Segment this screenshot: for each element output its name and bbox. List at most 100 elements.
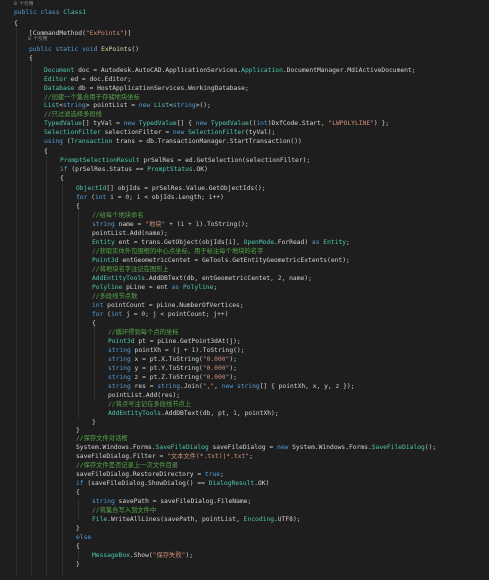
code-line[interactable]: public static void ExPoints(): [29, 45, 139, 54]
code-line[interactable]: //多段线节点数: [92, 292, 137, 301]
code-line[interactable]: {: [60, 174, 64, 183]
code-line[interactable]: Entity ent = trans.GetObject(objIds[i], …: [92, 238, 350, 247]
code-line[interactable]: {: [76, 202, 80, 211]
code-line[interactable]: AddEntityTools.AddDBText(db, entGeometri…: [92, 274, 312, 283]
code-line[interactable]: pointList.Add(name);: [92, 229, 168, 238]
code-line[interactable]: File.WriteAllLines(savePath, pointList, …: [92, 515, 301, 524]
code-line[interactable]: Point3d entGeometricCentet = GeTools.Get…: [92, 256, 350, 265]
keyword-token: else: [76, 534, 92, 541]
code-line[interactable]: PromptSelectionResult prSelRes = ed.GetS…: [60, 156, 310, 165]
code-line[interactable]: //只过滤选择多段线: [44, 110, 102, 119]
brace-token: {: [76, 489, 80, 496]
code-line[interactable]: }: [76, 560, 80, 569]
code-line[interactable]: {: [92, 319, 96, 328]
code-line[interactable]: string res = string.Join(",", new string…: [108, 382, 354, 391]
type-token: List: [44, 102, 60, 109]
code-line[interactable]: //循环得到每个点的坐标: [108, 328, 179, 337]
type-token: Entity: [323, 239, 347, 246]
code-line[interactable]: for (int i = 0; i < objIds.Length; i++): [76, 193, 224, 202]
code-token: System.Windows.Forms.: [76, 444, 156, 451]
string-token: "ExPoints": [85, 30, 124, 37]
code-token: pointList.Add(res);: [108, 392, 181, 399]
code-token: > pointList =: [85, 102, 139, 109]
code-line[interactable]: //给每个地块命名: [92, 211, 144, 220]
comment-token: //给每个地块命名: [92, 212, 144, 219]
code-line[interactable]: for (int j = 0; j < pointCount; j++): [92, 310, 229, 319]
code-line[interactable]: string z = pt.Z.ToString("0.000");: [108, 373, 237, 382]
code-line[interactable]: //将点号注记在多段线节点上: [108, 400, 191, 409]
code-token: .WriteAllLines(savePath, pointList,: [107, 516, 244, 523]
code-line[interactable]: if (saveFileDialog.ShowDialog() == Dialo…: [76, 479, 269, 488]
code-line[interactable]: pointList.Add(res);: [108, 391, 180, 400]
code-line[interactable]: {: [14, 19, 18, 28]
code-line[interactable]: string x = pt.X.ToString("0.000");: [108, 355, 237, 364]
code-token: );: [229, 365, 237, 372]
code-token: .UTF8);: [274, 516, 301, 523]
string-token: "文本文件(*.txt)|*.txt": [167, 453, 250, 460]
comment-token: //将点号注记在多段线节点上: [108, 401, 192, 408]
code-token: pointList.Add(name);: [92, 230, 168, 237]
code-line[interactable]: using (Transaction trans = db.Transactio…: [44, 137, 302, 146]
code-line[interactable]: else: [76, 533, 91, 542]
type-token: OpenMode: [243, 239, 274, 246]
code-token: ;: [213, 284, 218, 291]
code-token: ent = trans.GetObject(objIds[i],: [114, 239, 244, 246]
code-line[interactable]: Document doc = Autodesk.AutoCAD.Applicat…: [44, 66, 416, 75]
code-line[interactable]: {: [76, 488, 80, 497]
code-token: [] objIds = prSelRes.Value.GetObjectIds(…: [106, 185, 266, 192]
code-line[interactable]: saveFileDialog.RestoreDirectory = true;: [76, 470, 224, 479]
code-line[interactable]: //保存文件对话框: [76, 434, 128, 443]
code-line[interactable]: string name = "地块" + (i + 1).ToString();: [92, 220, 249, 229]
code-line[interactable]: TypedValue[] tyVal = new TypedValue[] { …: [44, 119, 389, 128]
code-line[interactable]: SelectionFilter selectionFilter = new Se…: [44, 128, 275, 137]
code-line[interactable]: string savePath = saveFileDialog.FileNam…: [92, 497, 251, 506]
code-token: [] tyVal =: [81, 120, 124, 127]
comment-token: //循环得到每个点的坐标: [108, 329, 179, 336]
code-line[interactable]: ObjectId[] objIds = prSelRes.Value.GetOb…: [76, 184, 266, 193]
code-line[interactable]: //获取实体外包围框的中心点坐标，用于标注每个地块的名字: [92, 247, 263, 256]
code-token: .ForRead): [274, 239, 312, 246]
code-line[interactable]: int pointCount = pLine.NumberOfVertices;: [92, 301, 244, 310]
code-line[interactable]: Polyline pLine = ent as Polyline;: [92, 283, 217, 292]
code-token: x = pt.X.ToString(: [130, 356, 203, 363]
keyword-token: string: [108, 356, 131, 363]
code-line[interactable]: //将集合写入到文件中: [92, 506, 156, 515]
code-line[interactable]: string y = pt.Y.ToString("0.000");: [108, 364, 237, 373]
code-token: .AddDBText(db, entGeometricCentet,: [145, 275, 278, 282]
code-line[interactable]: {: [44, 147, 48, 156]
keyword-token: public: [29, 46, 56, 53]
code-line[interactable]: string pointXh = (j + 1).ToString();: [108, 346, 245, 355]
code-line[interactable]: [CommandMethod("ExPoints")]: [29, 29, 131, 38]
code-line[interactable]: Database db = HostApplicationServices.Wo…: [44, 84, 249, 93]
brace-token: {: [92, 320, 96, 327]
code-line[interactable]: if (prSelRes.Status == PromptStatus.OK): [60, 165, 208, 174]
type-token: PromptStatus: [147, 166, 193, 173]
code-line[interactable]: System.Windows.Forms.SaveFileDialog save…: [76, 443, 436, 452]
code-line[interactable]: }: [92, 418, 96, 427]
keyword-token: string: [62, 102, 86, 109]
brace-token: {: [60, 175, 64, 182]
string-token: "地块": [145, 221, 166, 228]
keyword-token: string: [108, 365, 131, 372]
code-line[interactable]: //将地块名字注记在图形上: [92, 265, 169, 274]
code-line[interactable]: //保存文件是否记录上一次文件目录: [76, 461, 178, 470]
code-line[interactable]: Editor ed = doc.Editor;: [44, 75, 131, 84]
code-line[interactable]: MessageBox.Show("保存失败");: [92, 551, 193, 560]
code-line[interactable]: Point3d pt = pLine.GetPoint3dAt(j);: [108, 337, 241, 346]
code-editor[interactable]: 0 个引用 0 个引用 public class Class1{[Command…: [0, 0, 489, 580]
string-token: ",": [202, 383, 215, 390]
keyword-token: static: [55, 46, 83, 53]
code-line[interactable]: AddEntityTools.AddDBText(db, pt, 1, poin…: [108, 409, 279, 418]
code-line[interactable]: {: [29, 54, 33, 63]
code-token: [] {: [176, 120, 196, 127]
type-token: Database: [44, 85, 75, 92]
code-token: .DocumentManager.MdiActiveDocument;: [282, 67, 416, 74]
code-line[interactable]: List<string> pointList = new List<string…: [44, 101, 211, 110]
code-line[interactable]: }: [76, 524, 80, 533]
code-token: pLine = ent: [122, 284, 172, 291]
code-line[interactable]: {: [76, 542, 80, 551]
code-line[interactable]: public class Class1: [14, 8, 86, 17]
type-token: Entity: [92, 239, 115, 246]
code-line[interactable]: saveFileDialog.Filter = "文本文件(*.txt)|*.t…: [76, 452, 253, 461]
type-token: PromptSelectionResult: [60, 157, 140, 164]
